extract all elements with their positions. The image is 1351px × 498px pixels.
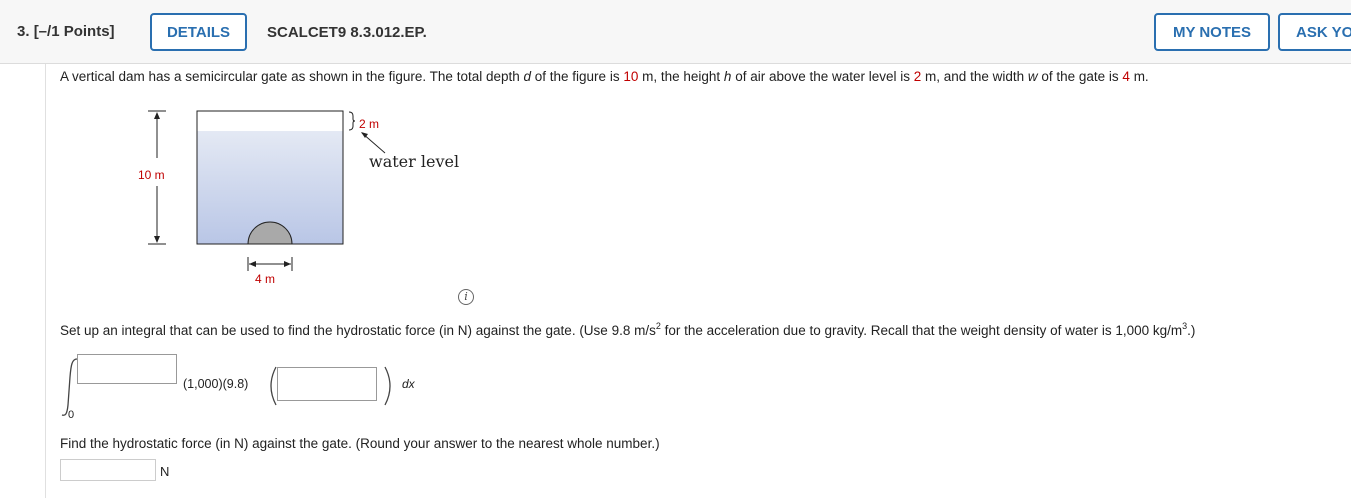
find-force-prompt: Find the hydrostatic force (in N) agains…: [60, 436, 660, 451]
unit-label: N: [160, 464, 170, 479]
problem-code: SCALCET9 8.3.012.EP.: [267, 24, 427, 41]
air-height-brace: [348, 111, 356, 131]
problem-text: of air above the water level is: [731, 69, 914, 84]
depth-arrow-up: [154, 112, 160, 119]
problem-text: m, and the width: [921, 69, 1028, 84]
problem-text: m.: [1129, 69, 1149, 84]
question-number-and-points: 3. [–/1 Points]: [17, 23, 115, 40]
ask-your-teacher-button[interactable]: ASK YO: [1278, 13, 1351, 51]
setup-text: Set up an integral that can be used to f…: [60, 323, 656, 338]
problem-text: of the gate is: [1037, 69, 1123, 84]
air-height-label: 2 m: [359, 117, 379, 131]
depth-label: 10 m: [138, 168, 165, 182]
integrand-input[interactable]: [277, 367, 377, 401]
value-depth: 10: [623, 69, 639, 84]
var-d: d: [523, 69, 532, 84]
value-width: 4: [1122, 69, 1130, 84]
dx-label: dx: [402, 377, 415, 391]
setup-text: for the acceleration due to gravity. Rec…: [660, 323, 1183, 338]
width-arrow-right: [284, 261, 291, 267]
left-rule: [45, 64, 46, 498]
problem-text: of the figure is: [531, 69, 624, 84]
constant-factor: (1,000)(9.8): [183, 377, 249, 391]
width-arrow-left: [249, 261, 256, 267]
upper-limit-input[interactable]: [77, 354, 177, 384]
question-number: 3.: [17, 23, 30, 40]
lower-limit: 0: [68, 409, 75, 421]
problem-statement: A vertical dam has a semicircular gate a…: [60, 69, 1149, 84]
points: [–/1 Points]: [33, 23, 115, 40]
setup-sup-2: 2: [655, 321, 661, 331]
water-level-label: water level: [369, 152, 459, 171]
dam-figure: 10 m 2 m water level 4 m: [138, 110, 459, 286]
info-icon[interactable]: i: [458, 289, 474, 305]
problem-text: A vertical dam has a semicircular gate a…: [60, 69, 524, 84]
details-button[interactable]: DETAILS: [150, 13, 247, 51]
question-header: 3. [–/1 Points] DETAILS SCALCET9 8.3.012…: [0, 0, 1351, 64]
setup-instructions: Set up an integral that can be used to f…: [60, 321, 1196, 338]
var-w: w: [1027, 69, 1038, 84]
my-notes-button[interactable]: MY NOTES: [1154, 13, 1270, 51]
force-answer-input[interactable]: [60, 459, 156, 481]
width-label: 4 m: [255, 272, 275, 286]
depth-arrow-down: [154, 236, 160, 243]
right-paren: [384, 366, 391, 406]
setup-sup-3: 3: [1182, 321, 1188, 331]
setup-text: .): [1187, 323, 1196, 338]
problem-text: m, the height: [638, 69, 724, 84]
